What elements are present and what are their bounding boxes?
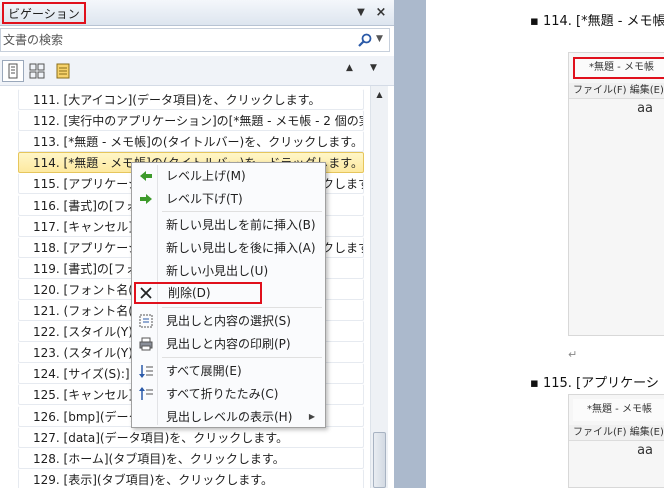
nav-pane-title: ビゲーション (2, 2, 86, 24)
doc-screenshot-2: *無題 - メモ帳 ファイル(F) 編集(E) aa (568, 394, 664, 488)
paragraph-return-mark: ↵ (568, 348, 578, 361)
heading-item[interactable]: 129. [表示](タブ項目)を、クリックします。 (18, 468, 364, 488)
vertical-scrollbar[interactable]: ▲ (370, 86, 388, 488)
scroll-thumb[interactable] (373, 432, 386, 488)
menu-separator (162, 211, 322, 212)
menu-item-collapse-all[interactable]: すべて折りたたみ(C) (134, 383, 323, 405)
context-menu: レベル上げ(M) レベル下げ(T) 新しい見出しを前に挿入(B) 新しい見出しを… (131, 162, 326, 428)
previous-result-button[interactable]: ▲ (346, 63, 353, 73)
menu-item-demote[interactable]: レベル下げ(T) (134, 188, 323, 210)
tab-pages-view[interactable] (26, 60, 48, 82)
menu-item-expand-all[interactable]: すべて展開(E) (134, 360, 323, 382)
collapse-all-icon (139, 387, 153, 400)
bullet: ▪ (530, 14, 543, 29)
select-content-icon (139, 314, 153, 328)
arrow-right-green-icon (140, 194, 152, 204)
menu-item-select-content[interactable]: 見出しと内容の選択(S) (134, 310, 323, 332)
menu-item-new-subheading[interactable]: 新しい小見出し(U) (134, 260, 323, 282)
delete-x-icon (140, 287, 152, 299)
search-box: ▼ (0, 28, 390, 52)
heading-item[interactable]: 113. [*無題 - メモ帳]の(タイトルバー)を、クリックします。 (18, 131, 364, 153)
submenu-arrow-icon: ▶ (308, 412, 315, 421)
headings-view-icon (8, 63, 18, 79)
screenshot-body-text: aa (637, 101, 653, 116)
menu-separator (162, 307, 322, 308)
menu-item-delete[interactable]: 削除(D) (134, 282, 262, 304)
nav-pane-menu-button[interactable]: ▼ (352, 4, 370, 22)
pages-thumbnail-icon (29, 63, 45, 79)
heading-item[interactable]: 111. [大アイコン](データ項目)を、クリックします。 (18, 89, 364, 110)
view-tab-bar: ▲ ▼ (0, 56, 394, 86)
menu-item-print-content[interactable]: 見出しと内容の印刷(P) (134, 333, 323, 355)
scroll-up-arrow[interactable]: ▲ (371, 86, 388, 103)
tab-results-view[interactable] (52, 60, 74, 82)
heading-item[interactable]: 112. [実行中のアプリケーション]の[*無題 - メモ帳 - 2 個の実… (18, 110, 364, 132)
expand-all-icon (139, 365, 153, 378)
search-results-icon (56, 63, 70, 79)
bullet: ▪ (530, 376, 543, 391)
nav-pane-close-button[interactable]: × (372, 4, 390, 22)
doc-screenshot-1: *無題 - メモ帳 ファイル(F) 編集(E) aa (568, 52, 664, 336)
document-page[interactable]: ▪ 114. [*無題 - メモ帳] *無題 - メモ帳 ファイル(F) 編集(… (426, 0, 664, 488)
doc-heading-114: ▪ 114. [*無題 - メモ帳] (530, 14, 664, 29)
tab-headings-view[interactable] (2, 60, 24, 82)
nav-title-bar: ビゲーション ▼ × (0, 0, 394, 26)
screenshot-menu-bar: ファイル(F) 編集(E) (569, 425, 664, 441)
screenshot-menu-bar: ファイル(F) 編集(E) (569, 83, 664, 99)
screenshot-body-text: aa (637, 443, 653, 458)
doc-heading-115: ▪ 115. [アプリケーシ (530, 376, 659, 391)
screenshot-title-bar: *無題 - メモ帳 (573, 57, 664, 79)
menu-item-show-heading-levels[interactable]: 見出しレベルの表示(H) ▶ (134, 406, 323, 428)
search-icon[interactable] (357, 32, 373, 48)
search-options-dropdown[interactable]: ▼ (376, 34, 383, 44)
search-input[interactable] (3, 31, 353, 49)
screenshot-title-bar: *無題 - メモ帳 (573, 399, 664, 421)
menu-item-insert-after[interactable]: 新しい見出しを後に挿入(A) (134, 237, 323, 259)
printer-icon (139, 337, 153, 351)
arrow-left-green-icon (140, 171, 152, 181)
menu-separator (162, 357, 322, 358)
menu-item-promote[interactable]: レベル上げ(M) (134, 165, 323, 187)
next-result-button[interactable]: ▼ (370, 63, 377, 73)
heading-item[interactable]: 128. [ホーム](タブ項目)を、クリックします。 (18, 447, 364, 469)
heading-item[interactable]: 127. [data](データ項目)を、クリックします。 (18, 426, 364, 448)
menu-item-insert-before[interactable]: 新しい見出しを前に挿入(B) (134, 214, 323, 236)
